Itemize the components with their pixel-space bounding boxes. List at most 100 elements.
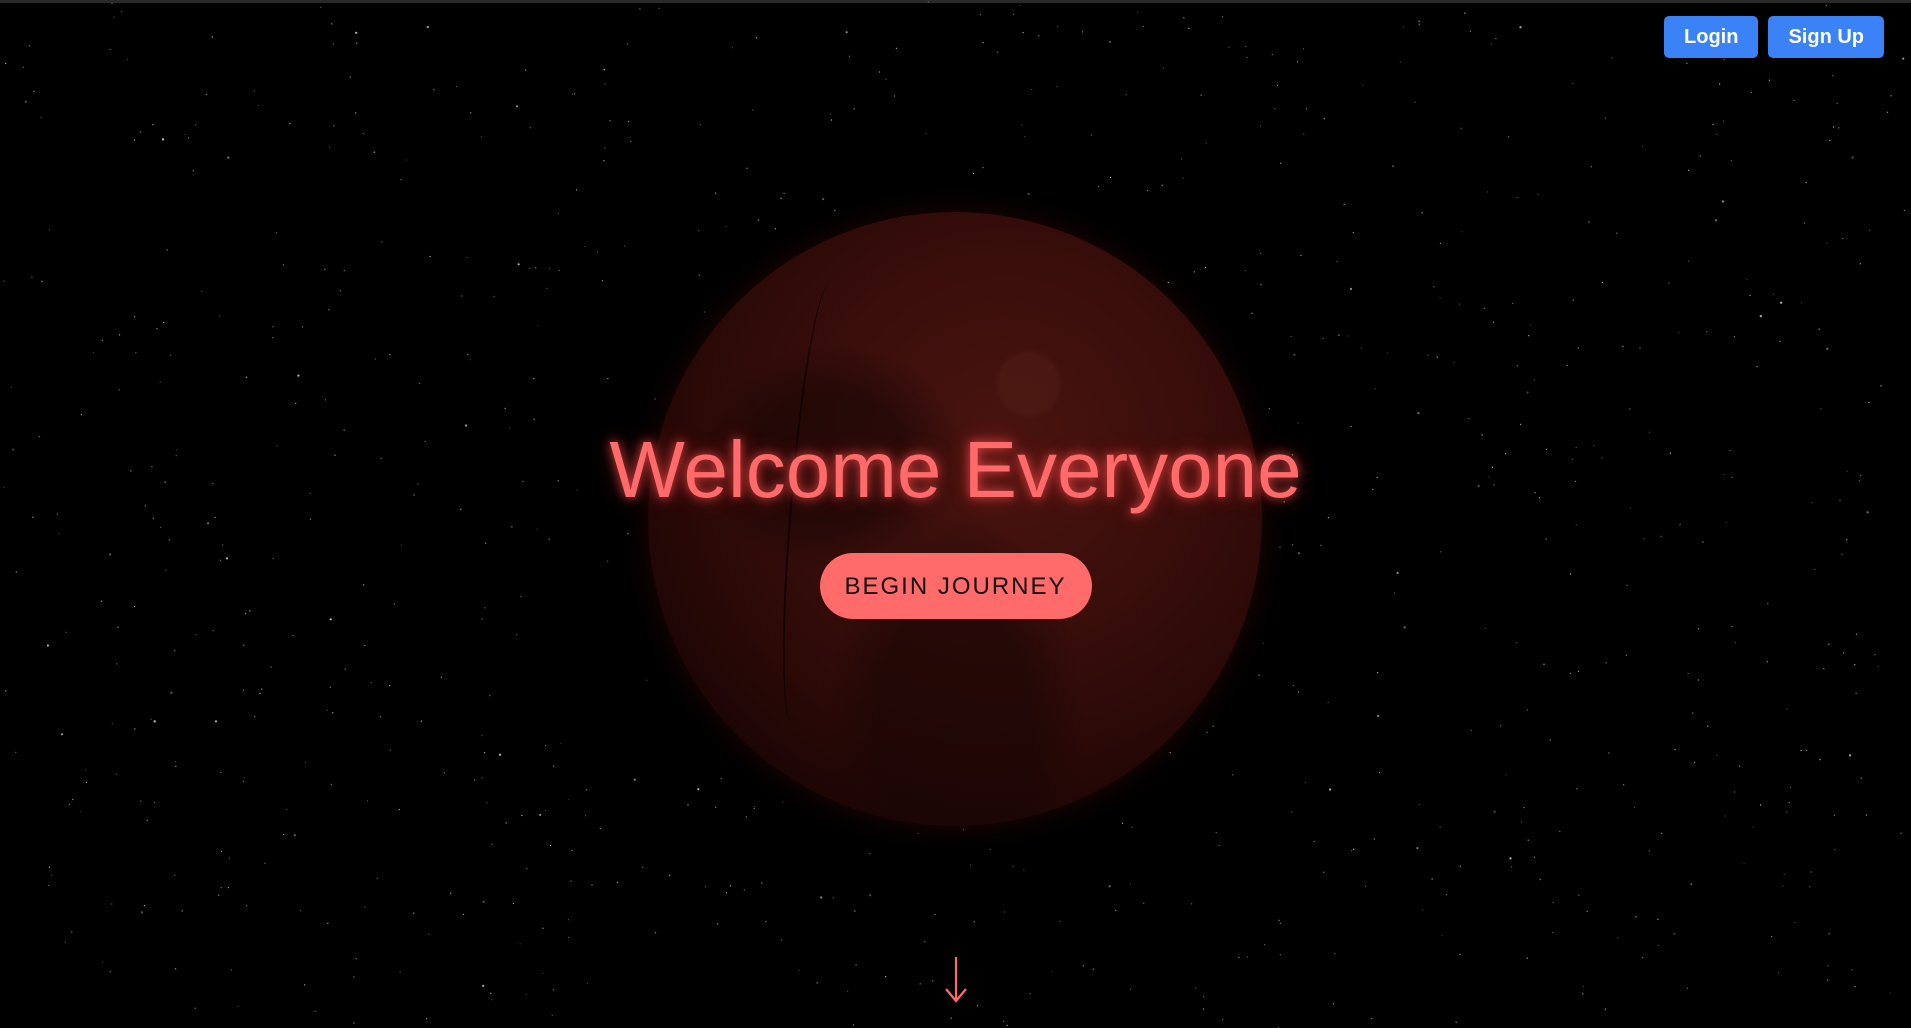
star xyxy=(1805,181,1807,184)
star xyxy=(780,197,782,199)
star xyxy=(1097,185,1100,188)
star xyxy=(743,889,745,891)
star xyxy=(1771,935,1773,938)
star xyxy=(1051,971,1053,973)
star xyxy=(1027,192,1030,195)
star xyxy=(878,71,881,73)
star xyxy=(143,905,145,907)
star xyxy=(1794,921,1796,924)
star xyxy=(134,316,136,318)
star xyxy=(154,802,156,804)
star xyxy=(1543,663,1545,665)
star xyxy=(50,874,53,876)
star xyxy=(545,744,547,747)
login-button[interactable]: Login xyxy=(1664,16,1759,58)
star xyxy=(658,7,660,9)
star xyxy=(1516,197,1518,199)
star xyxy=(774,228,777,230)
star xyxy=(1323,871,1325,873)
star xyxy=(982,42,984,44)
star xyxy=(1362,84,1364,86)
star xyxy=(353,976,355,978)
star xyxy=(1470,729,1472,731)
star xyxy=(745,816,747,818)
star xyxy=(230,969,232,971)
star xyxy=(869,853,871,855)
star xyxy=(201,290,203,292)
star xyxy=(84,769,86,771)
star xyxy=(1639,347,1641,349)
star xyxy=(1468,418,1470,420)
star xyxy=(246,905,248,907)
star xyxy=(731,47,734,49)
star xyxy=(829,113,832,115)
signup-button[interactable]: Sign Up xyxy=(1768,16,1884,58)
star xyxy=(450,892,452,894)
star xyxy=(604,83,606,85)
star xyxy=(1661,832,1663,835)
star xyxy=(697,788,700,791)
star xyxy=(1492,321,1494,323)
star xyxy=(571,849,573,851)
star xyxy=(1338,334,1340,336)
star xyxy=(782,801,784,803)
star xyxy=(1880,385,1882,387)
star xyxy=(1232,774,1234,776)
star xyxy=(1827,965,1829,967)
star xyxy=(355,31,358,34)
star xyxy=(329,686,331,689)
star xyxy=(1786,811,1788,813)
star xyxy=(1305,108,1307,110)
star xyxy=(1519,26,1522,29)
star xyxy=(1422,909,1424,911)
star xyxy=(1832,75,1834,77)
star xyxy=(1526,957,1528,959)
star xyxy=(1582,993,1584,995)
star xyxy=(1605,662,1607,664)
star xyxy=(1511,866,1513,868)
star xyxy=(15,751,17,753)
star xyxy=(491,999,493,1001)
star xyxy=(1828,643,1830,645)
star xyxy=(1686,987,1688,989)
star xyxy=(1750,91,1752,93)
star xyxy=(720,778,722,780)
star xyxy=(950,1017,952,1019)
star xyxy=(1182,177,1184,179)
star xyxy=(1605,117,1607,119)
star xyxy=(1566,364,1568,366)
star xyxy=(175,765,177,768)
begin-journey-button[interactable]: BEGIN JOURNEY xyxy=(819,553,1092,619)
star xyxy=(283,834,285,836)
star xyxy=(245,376,248,378)
star xyxy=(1699,155,1701,157)
star xyxy=(1537,193,1539,195)
star xyxy=(1746,278,1748,281)
star xyxy=(1527,839,1529,841)
star xyxy=(1749,294,1751,297)
star xyxy=(1868,401,1870,404)
star xyxy=(140,800,142,802)
star xyxy=(515,105,519,108)
star xyxy=(1674,748,1676,751)
star xyxy=(297,374,300,377)
star xyxy=(714,192,717,194)
star xyxy=(113,16,115,18)
star xyxy=(111,723,113,725)
arrow-down-icon[interactable] xyxy=(943,955,969,1005)
star xyxy=(195,634,197,636)
star xyxy=(1523,807,1525,809)
star xyxy=(370,682,372,684)
star xyxy=(1820,408,1822,410)
star xyxy=(1260,252,1262,254)
star xyxy=(1783,873,1785,876)
star xyxy=(481,777,483,779)
star xyxy=(568,798,570,800)
star xyxy=(1259,125,1261,127)
star xyxy=(1418,803,1420,806)
star xyxy=(1530,324,1532,326)
star xyxy=(1417,412,1420,415)
star xyxy=(568,936,570,939)
star xyxy=(419,382,421,385)
star xyxy=(1493,810,1496,813)
